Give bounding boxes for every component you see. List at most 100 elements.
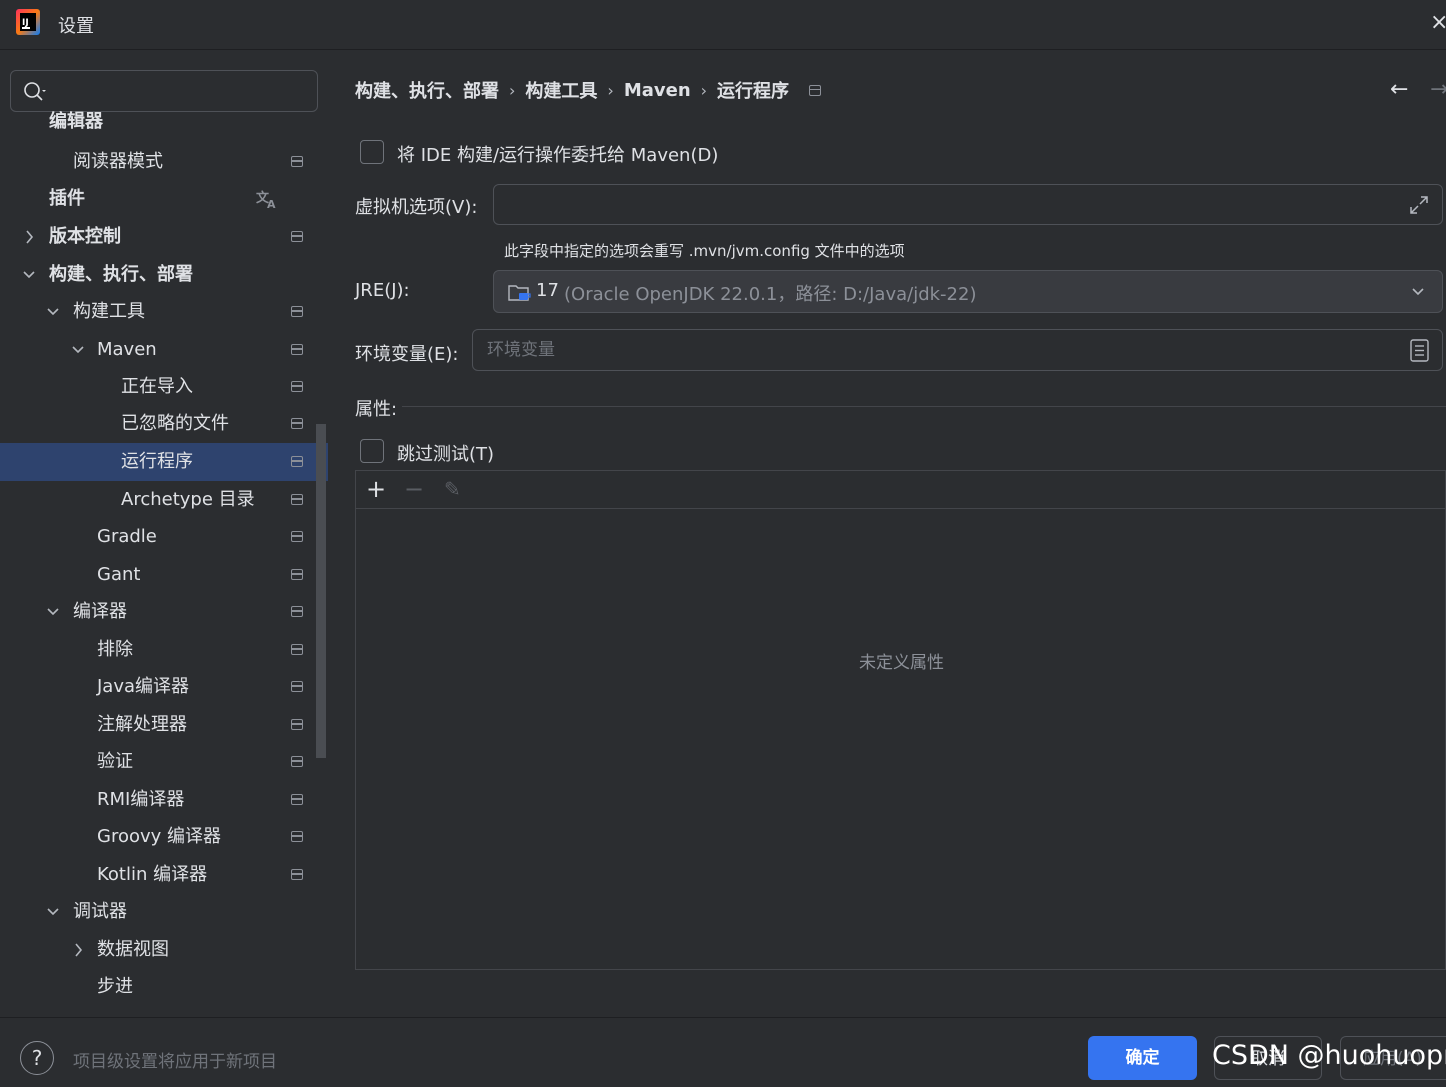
ok-button[interactable]: 确定	[1088, 1036, 1197, 1080]
sidebar-item[interactable]: 步进	[0, 968, 328, 1006]
breadcrumb-separator: ›	[509, 80, 516, 100]
sidebar-item[interactable]: 版本控制	[0, 218, 328, 256]
chevron-right-icon[interactable]	[70, 931, 86, 969]
env-vars-input[interactable]	[487, 338, 1387, 362]
forward-button[interactable]: →	[1430, 77, 1446, 102]
sidebar-item[interactable]: 数据视图	[0, 931, 328, 969]
settings-content: 构建、执行、部署 › 构建工具 › Maven › 运行程序 ← → 将 IDE 构建/运行…	[330, 51, 1446, 1017]
sidebar-item[interactable]: 注解处理器	[0, 706, 328, 744]
sidebar-item-label: Groovy 编译器	[97, 826, 222, 847]
sidebar-item-label: 调试器	[73, 901, 127, 922]
properties-label: 属性:	[355, 399, 398, 420]
project-level-icon	[291, 344, 303, 355]
skip-tests-checkbox[interactable]	[360, 439, 384, 463]
breadcrumb-item-build-tools[interactable]: 构建工具	[525, 77, 597, 103]
chevron-down-icon[interactable]	[45, 593, 61, 631]
sidebar-item[interactable]: 编译器	[0, 593, 328, 631]
sidebar-item-label: 正在导入	[121, 376, 193, 397]
sidebar-scrollbar[interactable]	[316, 424, 326, 758]
sidebar-item[interactable]: 构建、执行、部署	[0, 256, 328, 294]
env-vars-label: 环境变量(E):	[355, 344, 459, 365]
add-property-button[interactable]: +	[366, 475, 386, 503]
project-level-icon	[291, 306, 303, 317]
project-level-icon	[291, 869, 303, 880]
jdk-folder-icon	[508, 285, 531, 301]
sidebar-item[interactable]: 阅读器模式	[0, 143, 328, 181]
sidebar-item-label: Kotlin 编译器	[97, 864, 208, 885]
search-input[interactable]	[55, 77, 305, 105]
sidebar-item[interactable]: 排除	[0, 631, 328, 669]
vm-options-field[interactable]	[493, 184, 1443, 225]
sidebar-item[interactable]: Groovy 编译器	[0, 818, 328, 856]
sidebar-item[interactable]: Maven	[0, 331, 328, 369]
sidebar-item-label: 插件	[49, 188, 85, 209]
sidebar-item-label: 步进	[97, 976, 133, 997]
sidebar-item[interactable]: 构建工具	[0, 293, 328, 331]
expand-icon[interactable]	[1408, 194, 1430, 216]
back-button[interactable]: ←	[1390, 77, 1408, 102]
sidebar-item-label: 编译器	[73, 601, 127, 622]
dialog-footer: ? 项目级设置将应用于新项目 确定 取消 应用(A)	[0, 1017, 1446, 1087]
project-level-icon	[291, 794, 303, 805]
breadcrumb-separator: ›	[607, 80, 614, 100]
vm-options-input[interactable]	[508, 193, 1388, 217]
sidebar-item[interactable]: RMI编译器	[0, 781, 328, 819]
breadcrumb: 构建、执行、部署 › 构建工具 › Maven › 运行程序	[355, 77, 822, 103]
sidebar-item-label: 编辑器	[49, 111, 103, 132]
jre-combobox[interactable]: 17 (Oracle OpenJDK 22.0.1，路径: D:/Java/jd…	[493, 270, 1443, 313]
chevron-down-icon[interactable]	[45, 293, 61, 331]
project-level-icon	[291, 231, 303, 242]
sidebar-item[interactable]: 调试器	[0, 893, 328, 931]
jre-label: JRE(J):	[355, 280, 410, 301]
sidebar-item-label: Gradle	[97, 526, 157, 547]
breadcrumb-item-build[interactable]: 构建、执行、部署	[355, 77, 499, 103]
vm-options-label: 虚拟机选项(V):	[355, 197, 478, 218]
project-level-icon	[291, 681, 303, 692]
sidebar-item[interactable]: 插件文 A	[0, 180, 328, 218]
env-vars-field[interactable]	[472, 329, 1443, 371]
sidebar-item[interactable]: 正在导入	[0, 368, 328, 406]
chevron-down-icon[interactable]	[21, 256, 37, 294]
search-icon	[24, 82, 46, 101]
breadcrumb-separator: ›	[700, 80, 708, 100]
sidebar-item[interactable]: Java编译器	[0, 668, 328, 706]
sidebar-item-label: 验证	[97, 751, 133, 772]
svg-text:IJ: IJ	[22, 18, 29, 28]
chevron-down-icon[interactable]	[45, 893, 61, 931]
sidebar-item-label: Archetype 目录	[121, 489, 255, 510]
breadcrumb-item-runner: 运行程序	[717, 81, 790, 102]
project-level-icon	[291, 606, 303, 617]
project-level-icon	[291, 381, 303, 392]
sidebar-item[interactable]: 编辑器	[0, 103, 328, 141]
sidebar-item[interactable]: 已忽略的文件	[0, 405, 328, 443]
help-button[interactable]: ?	[20, 1041, 54, 1075]
sidebar-item-label: 注解处理器	[97, 714, 187, 735]
sidebar-item[interactable]: 验证	[0, 743, 328, 781]
sidebar-item-label: Maven	[97, 339, 157, 360]
delegate-to-maven-checkbox[interactable]	[360, 140, 384, 164]
sidebar-item[interactable]: Gant	[0, 556, 328, 594]
sidebar-item-label: 构建、执行、部署	[49, 264, 193, 285]
chevron-right-icon[interactable]	[21, 218, 37, 256]
sidebar-item[interactable]: 运行程序	[0, 443, 328, 481]
skip-tests-label[interactable]: 跳过测试(T)	[397, 440, 494, 466]
project-level-icon	[291, 531, 303, 542]
window-title: 设置	[58, 16, 94, 37]
sidebar-item-label: 构建工具	[73, 301, 145, 322]
chevron-down-icon[interactable]	[70, 331, 86, 369]
jre-detail: (Oracle OpenJDK 22.0.1，路径: D:/Java/jdk-2…	[564, 284, 977, 305]
document-list-icon[interactable]	[1409, 339, 1431, 363]
project-level-icon	[291, 831, 303, 842]
cancel-button[interactable]: 取消	[1214, 1036, 1322, 1080]
apply-button[interactable]: 应用(A)	[1340, 1036, 1446, 1080]
remove-property-button[interactable]: −	[404, 475, 424, 503]
sidebar-item-label: RMI编译器	[97, 789, 185, 810]
sidebar-item[interactable]: Kotlin 编译器	[0, 856, 328, 894]
title-bar: IJ 设置 ×	[0, 0, 1446, 50]
sidebar-item[interactable]: Gradle	[0, 518, 328, 556]
edit-property-button[interactable]: ✎	[444, 475, 461, 503]
close-button[interactable]: ×	[1430, 8, 1446, 38]
sidebar-item[interactable]: Archetype 目录	[0, 481, 328, 519]
breadcrumb-item-maven[interactable]: Maven	[624, 80, 691, 101]
delegate-to-maven-label[interactable]: 将 IDE 构建/运行操作委托给 Maven(D)	[397, 141, 718, 167]
